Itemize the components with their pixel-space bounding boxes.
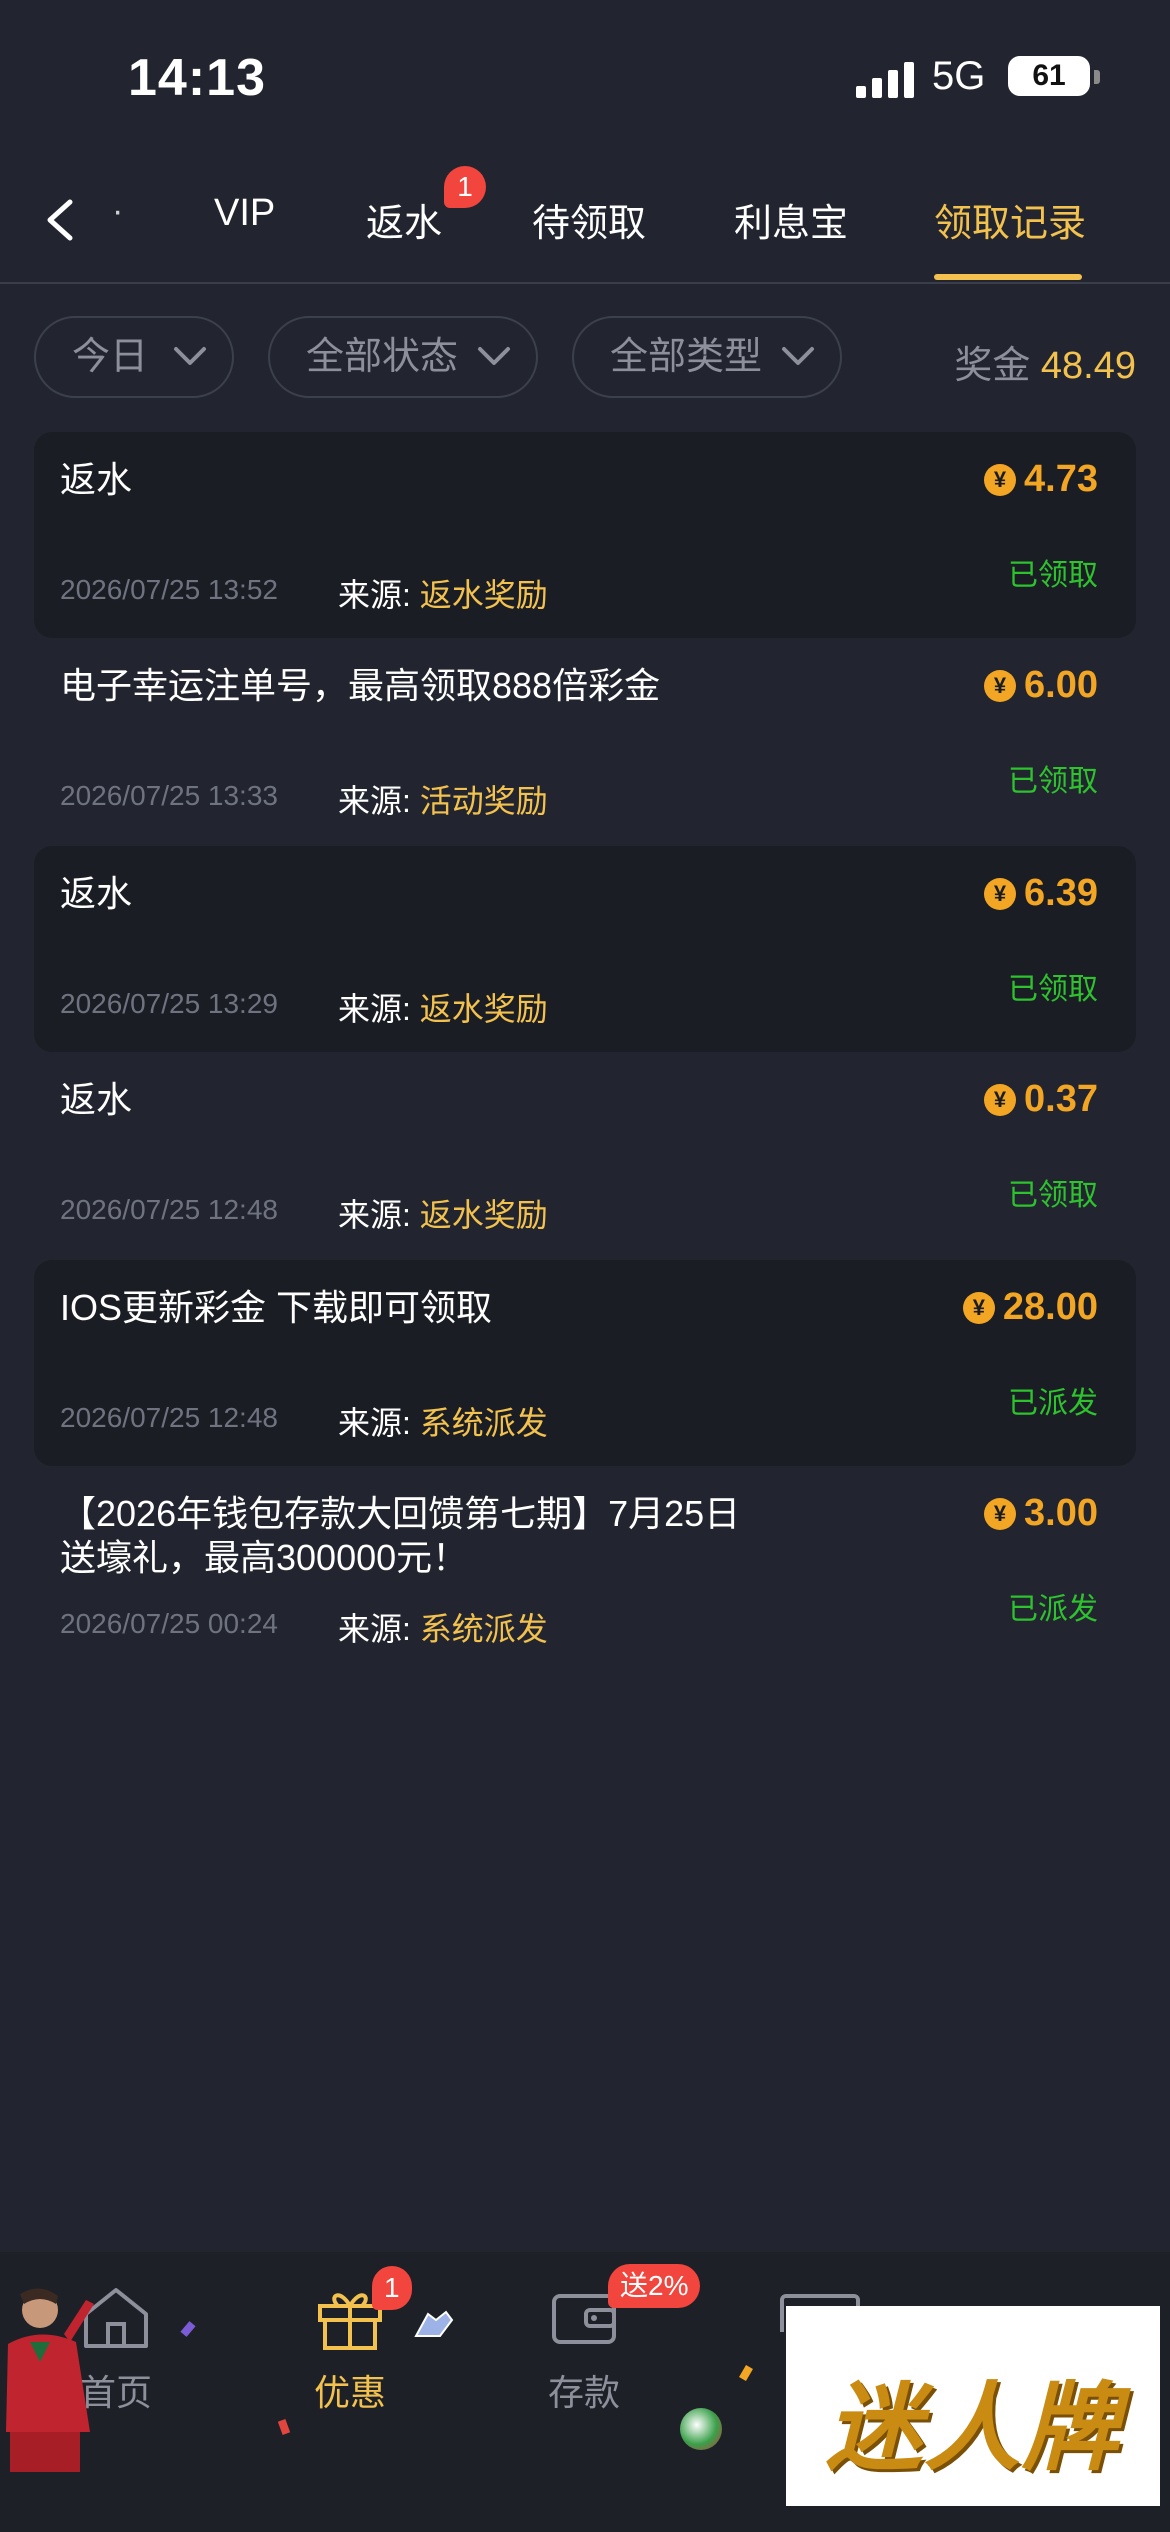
rebate-badge: 1 xyxy=(444,166,486,208)
chevron-down-icon xyxy=(478,347,510,365)
tab-vip[interactable]: VIP xyxy=(214,192,275,235)
coin-icon: ¥ xyxy=(984,1083,1017,1116)
battery-icon: 61 xyxy=(1008,56,1090,96)
glove-decoration xyxy=(414,2310,454,2337)
chevron-down-icon xyxy=(174,347,206,365)
status-filter-label: 全部状态 xyxy=(306,336,459,378)
record-amount: ¥6.39 xyxy=(984,872,1098,915)
record-status: 已派发 xyxy=(1008,1387,1098,1420)
tab-claim-records[interactable]: 领取记录 xyxy=(934,192,1086,247)
bonus-total: 奖金 48.49 xyxy=(954,334,1136,389)
record-amount: ¥6.00 xyxy=(984,664,1098,707)
record-time: 2026/07/25 12:48 xyxy=(60,1194,278,1225)
record-title: 【2026年钱包存款大回馈第七期】7月25日送壕礼，最高300000元！ xyxy=(60,1493,741,1578)
status-bar: 14:13 5G 61 xyxy=(0,0,1170,150)
nav-promo-label: 优惠 xyxy=(313,2372,386,2413)
record-status: 已领取 xyxy=(1008,973,1098,1006)
record-item[interactable]: 【2026年钱包存款大回馈第七期】7月25日送壕礼，最高300000元！ ¥3.… xyxy=(34,1466,1136,1672)
tab-rebate[interactable]: 返水 xyxy=(366,192,442,247)
coin-icon: ¥ xyxy=(984,669,1017,702)
record-title: 返水 xyxy=(60,1079,133,1120)
record-source: 来源: 系统派发 xyxy=(338,1405,548,1441)
coin-icon: ¥ xyxy=(984,877,1017,910)
deposit-badge: 送2% xyxy=(608,2264,701,2308)
brand-logo-text: 迷人牌 xyxy=(826,2371,1120,2484)
record-item[interactable]: 返水 ¥4.73 已领取 2026/07/25 13:52 来源: 返水奖励 xyxy=(34,432,1136,638)
record-time: 2026/07/25 13:33 xyxy=(60,780,278,811)
bonus-label: 奖金 xyxy=(954,345,1031,387)
record-status: 已派发 xyxy=(1008,1593,1098,1626)
battery-cap xyxy=(1094,70,1100,84)
record-status: 已领取 xyxy=(1008,1179,1098,1212)
cellular-signal-icon xyxy=(856,62,914,98)
bonus-amount: 48.49 xyxy=(1040,345,1136,387)
record-source: 来源: 活动奖励 xyxy=(338,783,548,819)
brand-logo: 迷人牌 xyxy=(786,2306,1160,2506)
record-title: 电子幸运注单号，最高领取888倍彩金 xyxy=(60,665,661,706)
tab-pending[interactable]: 待领取 xyxy=(532,192,646,247)
nav-deposit-label: 存款 xyxy=(547,2372,620,2413)
active-tab-indicator xyxy=(934,274,1082,280)
record-item[interactable]: 电子幸运注单号，最高领取888倍彩金 ¥6.00 已领取 2026/07/25 … xyxy=(34,638,1136,844)
tab-interest[interactable]: 利息宝 xyxy=(734,192,848,247)
coin-icon: ¥ xyxy=(962,1291,995,1324)
record-source: 来源: 返水奖励 xyxy=(338,991,548,1027)
record-time: 2026/07/25 13:52 xyxy=(60,574,278,605)
coin-icon: ¥ xyxy=(984,1497,1017,1530)
type-filter-label: 全部类型 xyxy=(610,336,763,378)
record-item[interactable]: 返水 ¥0.37 已领取 2026/07/25 12:48 来源: 返水奖励 xyxy=(34,1052,1136,1258)
record-time: 2026/07/25 00:24 xyxy=(60,1608,278,1639)
record-source: 来源: 返水奖励 xyxy=(338,1197,548,1233)
record-title: 返水 xyxy=(60,459,133,500)
record-amount: ¥4.73 xyxy=(984,458,1098,501)
chevron-down-icon xyxy=(782,347,814,365)
record-title: IOS更新彩金 下载即可领取 xyxy=(60,1287,493,1328)
tab-partial-edge[interactable]: · xyxy=(112,192,123,231)
record-time: 2026/07/25 13:29 xyxy=(60,988,278,1019)
coin-icon: ¥ xyxy=(984,463,1017,496)
network-type: 5G xyxy=(932,54,986,98)
date-filter-label: 今日 xyxy=(72,336,149,378)
record-time: 2026/07/25 12:48 xyxy=(60,1402,278,1433)
record-title: 返水 xyxy=(60,873,133,914)
date-filter[interactable]: 今日 xyxy=(34,316,234,398)
record-amount: ¥3.00 xyxy=(984,1492,1098,1535)
back-arrow-icon[interactable] xyxy=(36,190,86,250)
record-status: 已领取 xyxy=(1008,765,1098,798)
type-filter[interactable]: 全部类型 xyxy=(572,316,842,398)
status-filter[interactable]: 全部状态 xyxy=(268,316,538,398)
record-source: 来源: 返水奖励 xyxy=(338,577,548,613)
status-time: 14:13 xyxy=(128,49,266,107)
record-amount: ¥28.00 xyxy=(962,1286,1098,1329)
record-item[interactable]: 返水 ¥6.39 已领取 2026/07/25 13:29 来源: 返水奖励 xyxy=(34,846,1136,1052)
record-source: 来源: 系统派发 xyxy=(338,1611,548,1647)
record-status: 已领取 xyxy=(1008,559,1098,592)
record-item[interactable]: IOS更新彩金 下载即可领取 ¥28.00 已派发 2026/07/25 12:… xyxy=(34,1260,1136,1466)
tab-bar: · VIP 返水 1 待领取 利息宝 领取记录 xyxy=(0,160,1170,284)
player-decoration-image xyxy=(6,2288,94,2472)
page: 14:13 5G 61 · VIP 返水 1 待领取 利息宝 领取记录 今日 全… xyxy=(0,0,1170,2532)
football-decoration xyxy=(680,2408,722,2450)
record-amount: ¥0.37 xyxy=(984,1078,1098,1121)
promo-badge: 1 xyxy=(372,2266,412,2310)
